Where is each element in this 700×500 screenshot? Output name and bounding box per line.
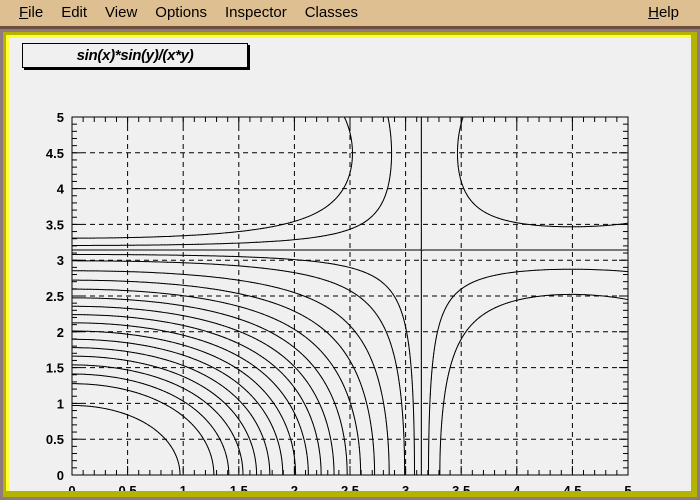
- x-tick-label: 2.5: [341, 483, 359, 491]
- y-tick-label: 1: [57, 396, 64, 411]
- y-tick-label: 4: [57, 182, 65, 197]
- y-axis-tick-labels: 0 0.5 1 1.5 2 2.5 3 3.5 4 4.5 5: [46, 110, 65, 483]
- menu-item-file[interactable]: File: [10, 0, 52, 26]
- menu-bar-left-group: File Edit View Options Inspector Classes: [10, 0, 367, 26]
- x-tick-label: 1: [180, 483, 187, 491]
- x-tick-label: 1.5: [230, 483, 248, 491]
- menu-item-view[interactable]: View: [96, 0, 146, 26]
- x-tick-label: 0.5: [119, 483, 137, 491]
- x-tick-label: 2: [291, 483, 298, 491]
- menu-item-help[interactable]: Help: [639, 0, 688, 26]
- x-tick-label: 4.5: [563, 483, 581, 491]
- contour-plot[interactable]: 0 0.5 1 1.5 2 2.5 3 3.5 4 4.5 5 0 0.5 1 1.5 2 2.5 3 3.5 4 4…: [9, 38, 691, 491]
- plot-canvas[interactable]: sin(x)*sin(y)/(x*y) 00.511.522.533.544.5…: [9, 38, 691, 491]
- x-axis-tick-labels: 0 0.5 1 1.5 2 2.5 3 3.5 4 4.5 5: [68, 483, 631, 491]
- menu-bar-right-group: Help: [639, 0, 688, 26]
- x-tick-label: 3.5: [452, 483, 470, 491]
- x-tick-label: 4: [513, 483, 521, 491]
- menu-bar: File Edit View Options Inspector Classes…: [0, 0, 700, 26]
- x-tick-label: 0: [68, 483, 75, 491]
- contour-plot-svg: 0 0.5 1 1.5 2 2.5 3 3.5 4 4.5 5 0 0.5 1 1.5 2 2.5 3 3.5 4 4…: [9, 38, 691, 491]
- x-tick-label: 3: [402, 483, 409, 491]
- root-canvas-window: File Edit View Options Inspector Classes…: [0, 0, 700, 500]
- y-tick-label: 3: [57, 253, 64, 268]
- y-tick-label: 5: [57, 110, 64, 125]
- menu-item-classes[interactable]: Classes: [296, 0, 367, 26]
- y-tick-label: 1.5: [46, 361, 64, 376]
- y-tick-label: 0: [57, 468, 64, 483]
- y-tick-label: 0.5: [46, 432, 64, 447]
- y-tick-label: 2.5: [46, 289, 64, 304]
- menu-item-inspector[interactable]: Inspector: [216, 0, 296, 26]
- y-tick-label: 3.5: [46, 217, 64, 232]
- window-frame: sin(x)*sin(y)/(x*y) 00.511.522.533.544.5…: [0, 29, 700, 500]
- menu-item-options[interactable]: Options: [146, 0, 216, 26]
- y-tick-label: 4.5: [46, 146, 64, 161]
- y-tick-label: 2: [57, 325, 64, 340]
- x-tick-label: 5: [624, 483, 631, 491]
- menu-item-edit[interactable]: Edit: [52, 0, 96, 26]
